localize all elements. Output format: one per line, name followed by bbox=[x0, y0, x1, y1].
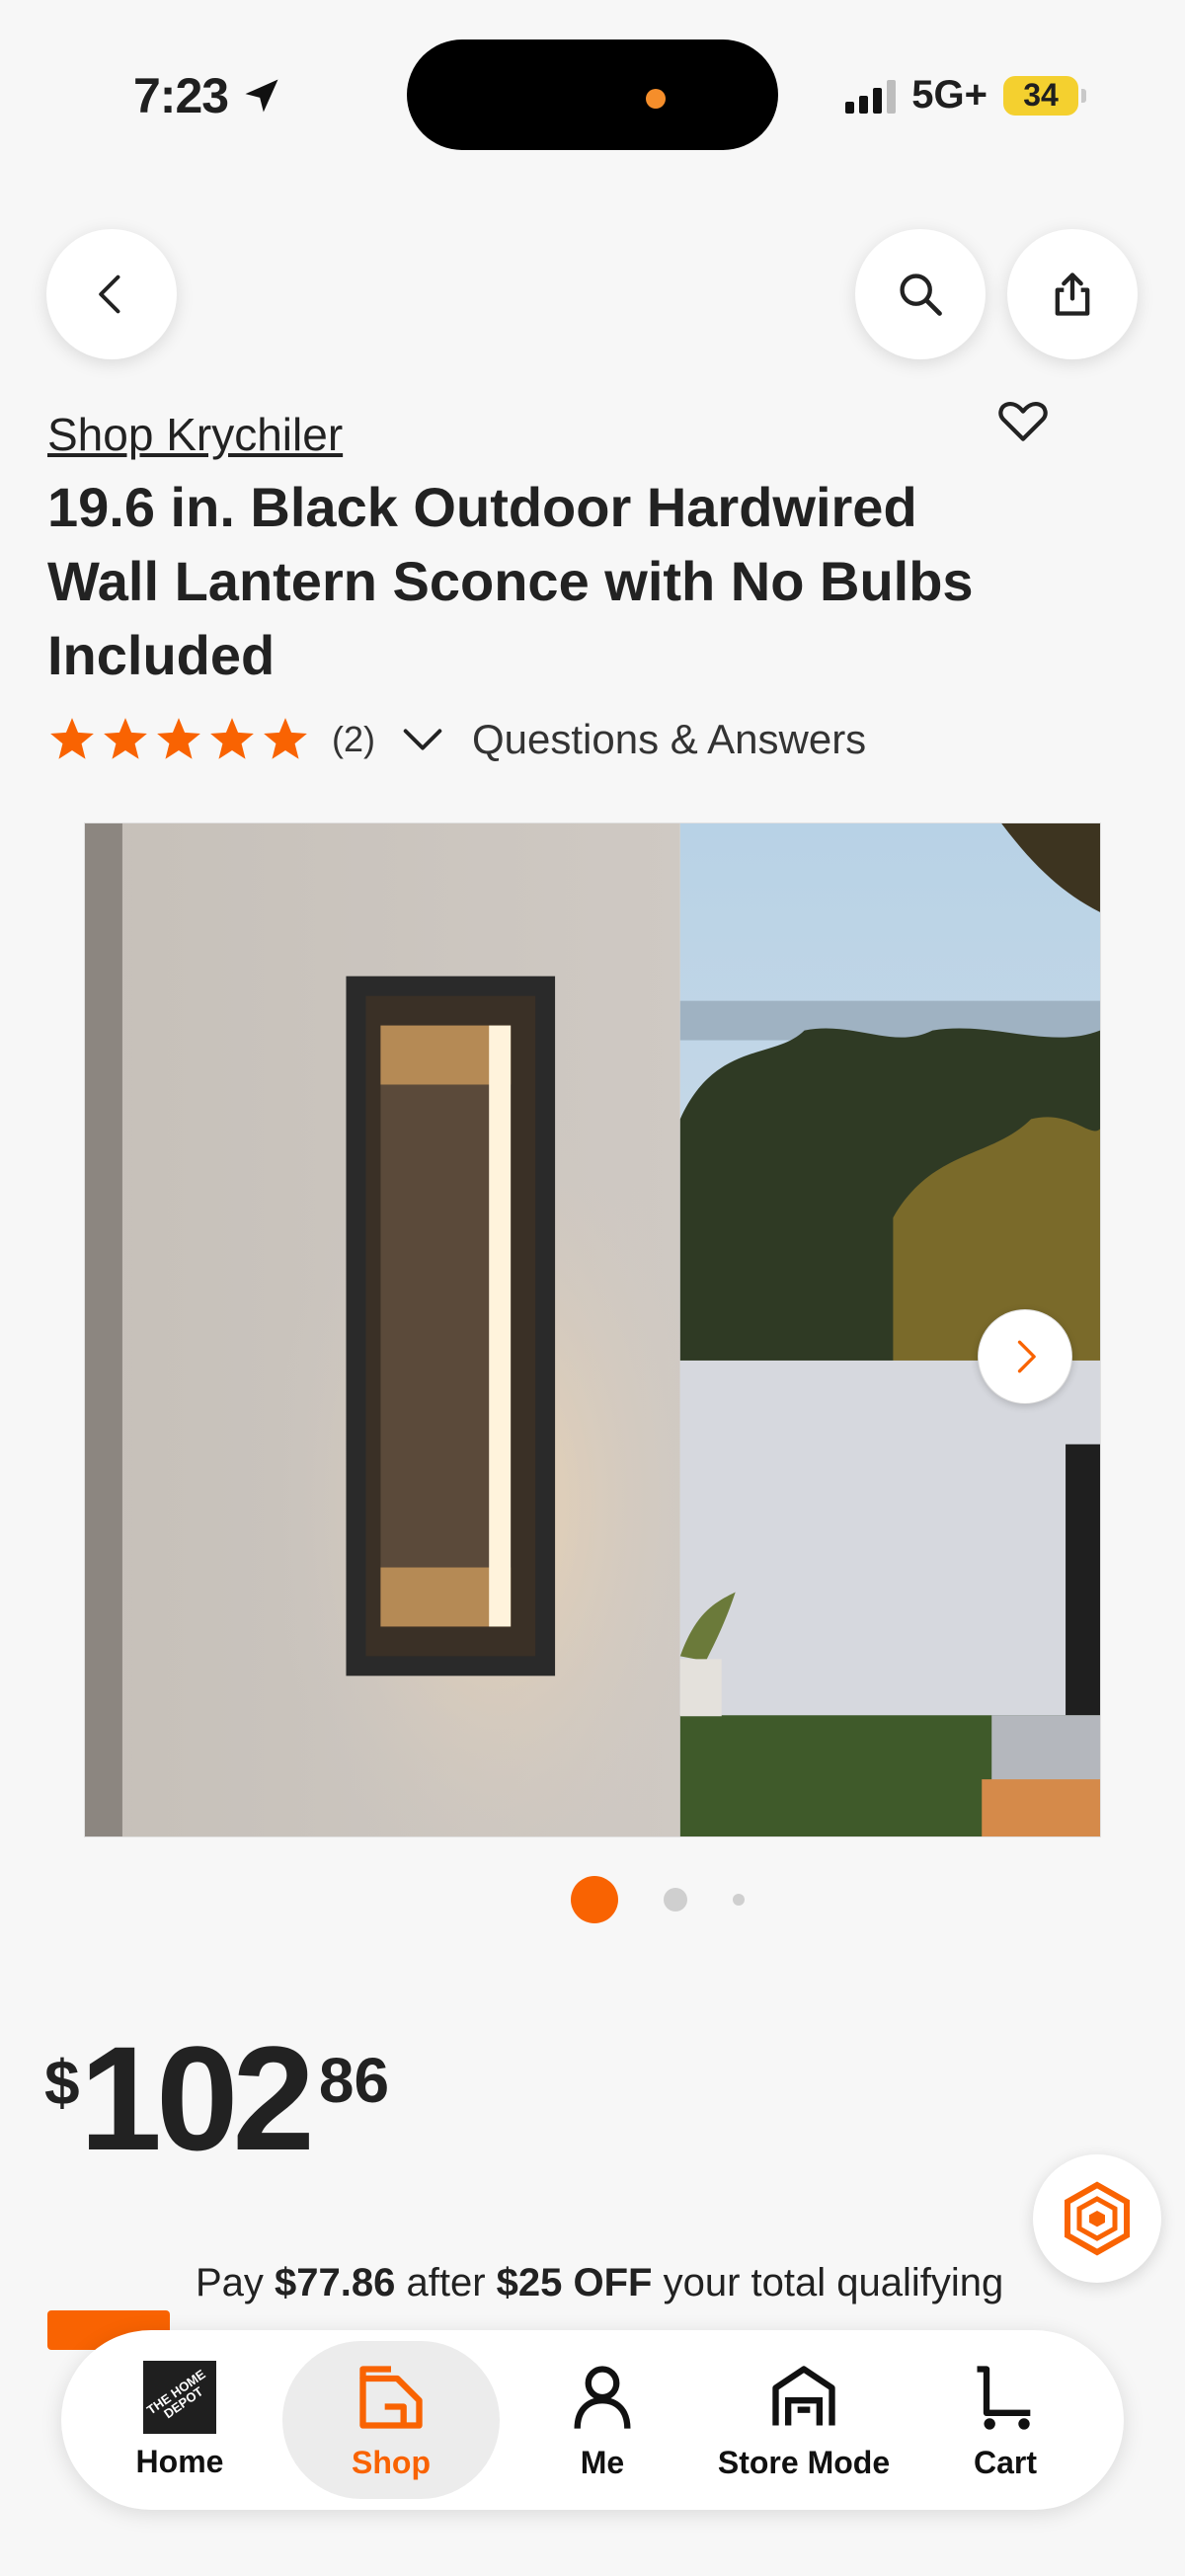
cart-icon bbox=[977, 2365, 1031, 2430]
person-icon bbox=[574, 2365, 631, 2429]
network-type: 5G+ bbox=[911, 73, 988, 117]
gallery-dot[interactable] bbox=[664, 1888, 687, 1912]
star-icon bbox=[50, 718, 94, 759]
share-icon bbox=[1055, 273, 1090, 316]
rating-row: (2) Questions & Answers bbox=[47, 709, 866, 770]
status-indicators: 5G+ 34 bbox=[845, 73, 1086, 117]
price-cents: 86 bbox=[318, 2045, 390, 2116]
tab-store-mode[interactable]: Store Mode bbox=[705, 2341, 903, 2499]
time-text: 7:23 bbox=[133, 68, 229, 123]
status-bar: 7:23 5G+ 34 bbox=[0, 0, 1185, 197]
status-time: 7:23 bbox=[133, 67, 283, 124]
product-image[interactable] bbox=[84, 822, 1101, 1837]
chat-hex-icon bbox=[1065, 2181, 1130, 2256]
tab-shop-label: Shop bbox=[352, 2444, 431, 2480]
gallery-dot-active[interactable] bbox=[571, 1876, 618, 1923]
next-image-button[interactable] bbox=[978, 1309, 1072, 1404]
battery-level: 34 bbox=[1023, 77, 1059, 113]
tab-store-mode-label: Store Mode bbox=[717, 2444, 891, 2480]
star-icon bbox=[264, 718, 307, 759]
shop-bag-icon bbox=[359, 2365, 423, 2429]
product-price: $ 102 86 bbox=[44, 2024, 389, 2172]
search-button[interactable] bbox=[855, 229, 986, 359]
price-currency: $ bbox=[44, 2047, 80, 2118]
chevron-right-icon bbox=[1017, 1340, 1036, 1373]
tab-me[interactable]: Me bbox=[504, 2341, 701, 2499]
dynamic-island bbox=[407, 39, 778, 150]
review-count[interactable]: (2) bbox=[332, 719, 375, 760]
promo-text[interactable]: Pay $77.86 after $25 OFF your total qual… bbox=[196, 2261, 1003, 2305]
star-icon bbox=[210, 718, 254, 759]
search-icon bbox=[900, 273, 942, 316]
tab-home[interactable]: THE HOME DEPOT Home bbox=[81, 2341, 278, 2499]
back-button[interactable] bbox=[46, 229, 177, 359]
star-icon bbox=[104, 718, 147, 759]
tab-cart-label: Cart bbox=[973, 2444, 1037, 2480]
back-chevron-icon bbox=[99, 274, 120, 314]
store-icon bbox=[772, 2365, 835, 2425]
chat-assistant-button[interactable] bbox=[1033, 2154, 1161, 2283]
price-whole: 102 bbox=[79, 2015, 315, 2181]
share-button[interactable] bbox=[1007, 229, 1138, 359]
brand-link[interactable]: Shop Krychiler bbox=[47, 408, 343, 461]
gallery-dots[interactable] bbox=[571, 1876, 745, 1923]
location-arrow-icon bbox=[245, 79, 278, 113]
chevron-down-icon[interactable] bbox=[397, 714, 448, 765]
home-depot-logo: THE HOME DEPOT bbox=[143, 2360, 216, 2434]
bottom-tab-bar: THE HOME DEPOT Home Shop Me Store Mode C… bbox=[61, 2330, 1124, 2510]
heart-icon[interactable] bbox=[995, 393, 1051, 448]
tab-me-label: Me bbox=[580, 2444, 625, 2480]
battery-icon: 34 bbox=[1003, 75, 1086, 116]
star-icon bbox=[157, 718, 200, 759]
tab-shop[interactable]: Shop bbox=[282, 2341, 500, 2499]
tab-cart[interactable]: Cart bbox=[907, 2341, 1104, 2499]
privacy-indicator-dot bbox=[646, 89, 666, 109]
gallery-dot[interactable] bbox=[733, 1894, 745, 1906]
tab-home-label: Home bbox=[135, 2443, 224, 2479]
product-photo bbox=[85, 823, 1100, 1836]
product-title: 19.6 in. Black Outdoor Hardwired Wall La… bbox=[47, 476, 974, 686]
star-rating[interactable] bbox=[47, 715, 310, 764]
signal-bars-icon bbox=[845, 78, 897, 114]
questions-answers-link[interactable]: Questions & Answers bbox=[472, 716, 866, 763]
